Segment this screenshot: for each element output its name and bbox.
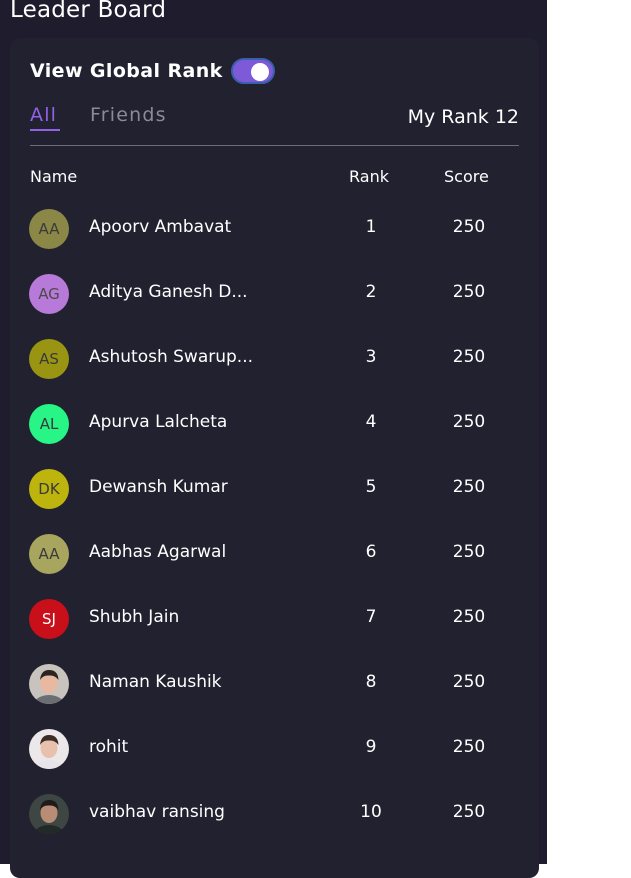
player-rank: 9 — [365, 737, 377, 757]
column-header-name: Name — [30, 167, 78, 186]
avatar — [29, 794, 69, 834]
player-score: 250 — [452, 542, 486, 562]
user-photo-icon — [29, 729, 69, 769]
tab-friends[interactable]: Friends — [90, 104, 167, 126]
leaderboard-row[interactable]: SJ Shubh Jain 7 250 — [10, 599, 539, 643]
player-rank: 3 — [365, 347, 377, 367]
leaderboard-card: View Global Rank All Friends My Rank 12 … — [10, 38, 539, 878]
player-name: Dewansh Kumar — [89, 477, 228, 497]
avatar: AG — [29, 274, 69, 314]
leaderboard-row[interactable]: AA Aabhas Agarwal 6 250 — [10, 534, 539, 578]
player-name: Aditya Ganesh D... — [89, 282, 248, 302]
player-score: 250 — [452, 347, 486, 367]
player-score: 250 — [452, 802, 486, 822]
leaderboard-row[interactable]: vaibhav ransing 10 250 — [10, 794, 539, 838]
global-rank-label: View Global Rank — [30, 60, 223, 82]
player-score: 250 — [452, 217, 486, 237]
player-rank: 1 — [365, 217, 377, 237]
player-rank: 6 — [365, 542, 377, 562]
leaderboard-row[interactable]: AG Aditya Ganesh D... 2 250 — [10, 274, 539, 318]
leaderboard-row[interactable]: Naman Kaushik 8 250 — [10, 664, 539, 708]
leaderboard-row[interactable]: rohit 9 250 — [10, 729, 539, 773]
player-score: 250 — [452, 477, 486, 497]
toggle-knob — [250, 63, 269, 81]
avatar — [29, 664, 69, 704]
avatar: AS — [29, 339, 69, 379]
avatar: SJ — [29, 599, 69, 639]
active-tab-indicator — [30, 129, 60, 131]
player-name: Apoorv Ambavat — [89, 217, 232, 237]
avatar: AA — [29, 209, 69, 249]
column-header-score: Score — [444, 167, 489, 186]
my-rank: My Rank 12 — [407, 106, 519, 128]
leaderboard-panel: Leader Board View Global Rank All Friend… — [0, 0, 547, 878]
player-name: Naman Kaushik — [89, 672, 222, 692]
player-rank: 7 — [365, 607, 377, 627]
leaderboard-row[interactable]: DK Dewansh Kumar 5 250 — [10, 469, 539, 513]
player-name: vaibhav ransing — [89, 802, 225, 822]
player-name: Ashutosh Swarup... — [89, 347, 254, 367]
leaderboard-row[interactable]: AA Apoorv Ambavat 1 250 — [10, 209, 539, 253]
avatar — [29, 729, 69, 769]
player-score: 250 — [452, 607, 486, 627]
avatar: DK — [29, 469, 69, 509]
global-rank-row: View Global Rank — [30, 56, 275, 86]
player-score: 250 — [452, 672, 486, 692]
user-photo-icon — [29, 664, 69, 704]
player-name: Aabhas Agarwal — [89, 542, 227, 562]
leaderboard-row[interactable]: AS Ashutosh Swarup... 3 250 — [10, 339, 539, 383]
avatar: AL — [29, 404, 69, 444]
player-rank: 5 — [365, 477, 377, 497]
divider — [30, 145, 519, 146]
avatar: AA — [29, 534, 69, 574]
tab-all[interactable]: All — [30, 104, 57, 126]
player-rank: 10 — [360, 802, 382, 822]
player-name: Shubh Jain — [89, 607, 180, 627]
player-name: rohit — [89, 737, 129, 757]
user-photo-icon — [29, 794, 69, 834]
player-rank: 2 — [365, 282, 377, 302]
player-score: 250 — [452, 737, 486, 757]
player-name: Apurva Lalcheta — [89, 412, 228, 432]
column-header-rank: Rank — [349, 167, 389, 186]
player-score: 250 — [452, 282, 486, 302]
global-rank-toggle[interactable] — [230, 58, 275, 84]
leaderboard-row[interactable]: AL Apurva Lalcheta 4 250 — [10, 404, 539, 448]
player-rank: 4 — [365, 412, 377, 432]
player-rank: 8 — [365, 672, 377, 692]
page-title: Leader Board — [10, 0, 167, 23]
player-score: 250 — [452, 412, 486, 432]
